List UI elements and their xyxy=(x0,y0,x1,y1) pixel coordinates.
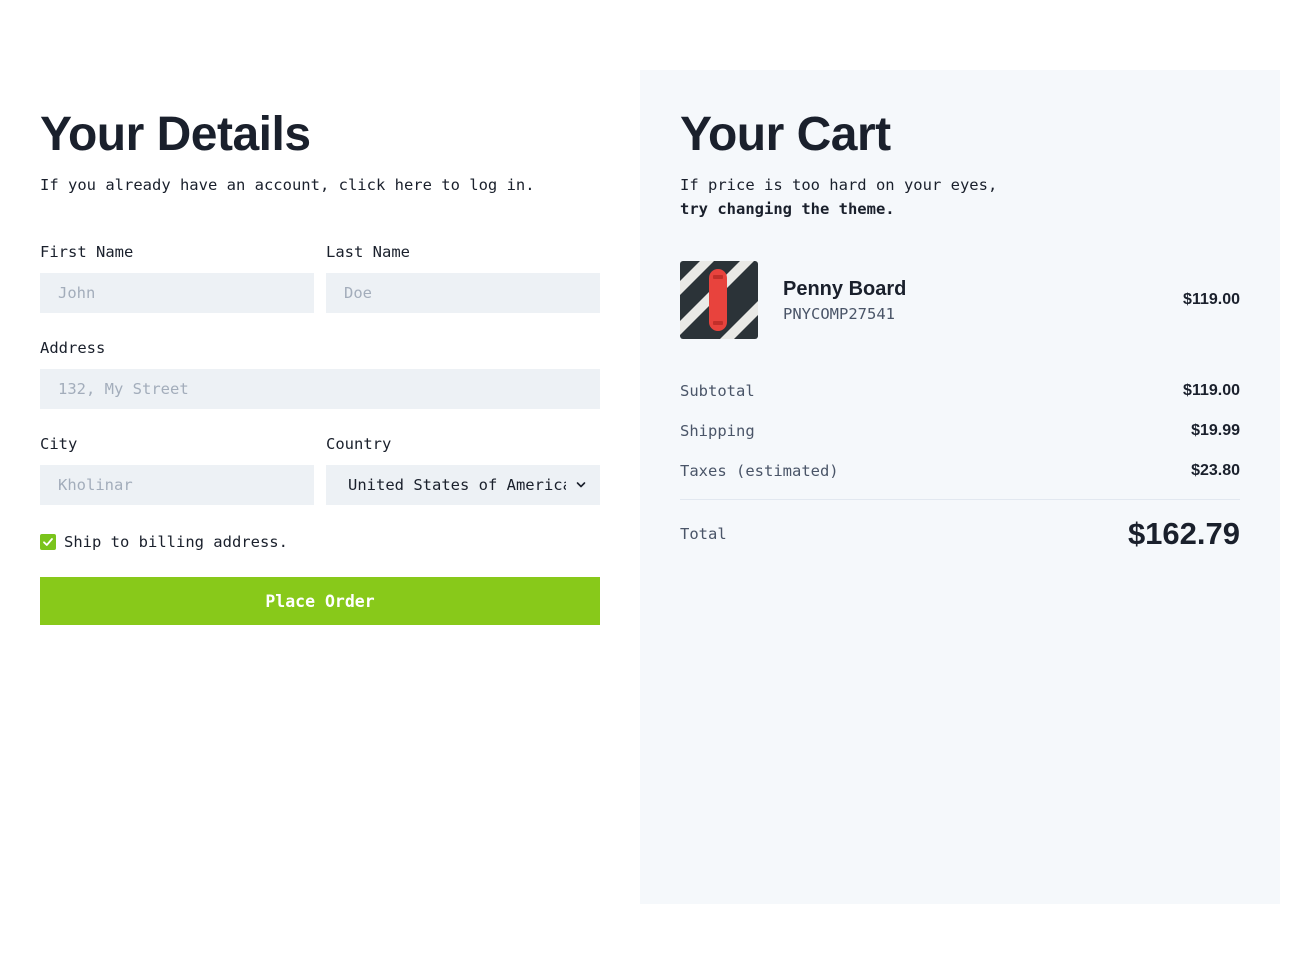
theme-hint-line1: If price is too hard on your eyes, xyxy=(680,176,998,194)
taxes-value: $23.80 xyxy=(1191,462,1240,479)
checkmark-icon xyxy=(43,538,53,546)
city-group: City xyxy=(40,435,314,505)
login-hint[interactable]: If you already have an account, click he… xyxy=(40,173,600,197)
subtotal-row: Subtotal $119.00 xyxy=(680,371,1240,411)
first-name-label: First Name xyxy=(40,243,134,261)
ship-billing-row[interactable]: Ship to billing address. xyxy=(40,533,600,551)
address-label: Address xyxy=(40,339,106,357)
taxes-row: Taxes (estimated) $23.80 xyxy=(680,451,1240,491)
country-label: Country xyxy=(326,435,392,453)
place-order-button[interactable]: Place Order xyxy=(40,577,600,625)
item-sku: PNYCOMP27541 xyxy=(783,304,895,323)
first-name-input[interactable] xyxy=(40,273,314,313)
item-price: $119.00 xyxy=(1183,291,1240,308)
last-name-label: Last Name xyxy=(326,243,410,261)
cart-item-info: Penny Board PNYCOMP27541 xyxy=(783,278,1183,323)
ship-billing-label: Ship to billing address. xyxy=(64,533,288,551)
city-label: City xyxy=(40,435,78,453)
last-name-group: Last Name xyxy=(326,243,600,313)
country-select[interactable]: United States of America xyxy=(326,465,600,505)
shipping-value: $19.99 xyxy=(1191,422,1240,439)
city-country-row: City Country United States of America xyxy=(40,435,600,505)
country-value: United States of America xyxy=(348,476,566,494)
name-row: First Name Last Name xyxy=(40,243,600,313)
item-name: Penny Board xyxy=(783,277,907,300)
summary-divider xyxy=(680,499,1240,500)
chevron-down-icon xyxy=(576,482,586,488)
first-name-group: First Name xyxy=(40,243,314,313)
last-name-input[interactable] xyxy=(326,273,600,313)
address-input[interactable] xyxy=(40,369,600,409)
details-section: Your Details If you already have an acco… xyxy=(40,70,600,625)
taxes-label: Taxes (estimated) xyxy=(680,462,839,480)
theme-hint-line2[interactable]: try changing the theme. xyxy=(680,200,895,218)
ship-billing-checkbox[interactable] xyxy=(40,534,56,550)
shipping-label: Shipping xyxy=(680,422,755,440)
cart-title: Your Cart xyxy=(680,108,891,161)
theme-hint: If price is too hard on your eyes, try c… xyxy=(680,173,1240,221)
total-value: $162.79 xyxy=(1127,516,1240,551)
subtotal-label: Subtotal xyxy=(680,382,755,400)
subtotal-value: $119.00 xyxy=(1183,382,1240,399)
country-group: Country United States of America xyxy=(326,435,600,505)
cart-section: Your Cart If price is too hard on your e… xyxy=(640,70,1280,904)
shipping-row: Shipping $19.99 xyxy=(680,411,1240,451)
order-summary: Subtotal $119.00 Shipping $19.99 Taxes (… xyxy=(680,371,1240,552)
city-input[interactable] xyxy=(40,465,314,505)
total-label: Total xyxy=(680,525,727,543)
total-row: Total $162.79 xyxy=(680,516,1240,552)
skateboard-image xyxy=(680,261,758,339)
address-group: Address xyxy=(40,339,600,409)
cart-item: Penny Board PNYCOMP27541 $119.00 xyxy=(680,261,1240,339)
details-title: Your Details xyxy=(40,108,311,161)
